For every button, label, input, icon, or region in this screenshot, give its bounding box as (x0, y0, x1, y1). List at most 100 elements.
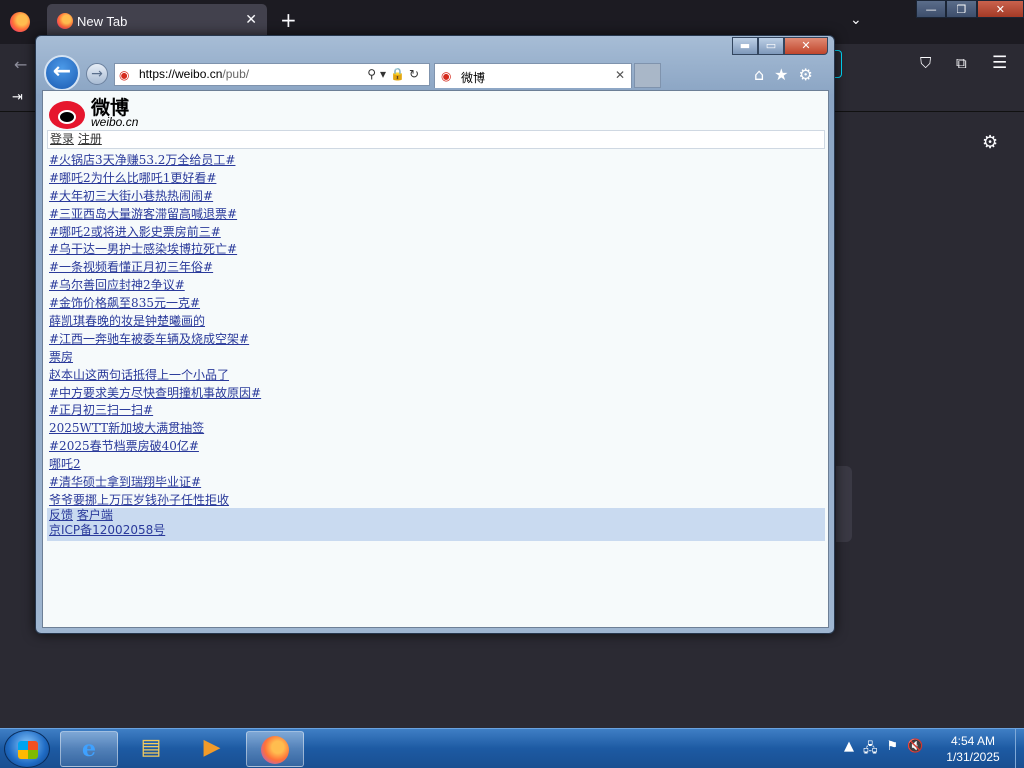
topic-link[interactable]: 爷爷要挪上万压岁钱孙子任性拒收 (49, 493, 229, 507)
taskbar-ie-button[interactable]: e (60, 731, 118, 767)
clock[interactable]: 4:54 AM 1/31/2025 (936, 733, 1010, 765)
hamburger-menu-icon[interactable]: ☰ (992, 53, 1007, 73)
firefox-page-panel (836, 466, 852, 542)
ie-tab-close-icon[interactable]: ✕ (615, 68, 625, 82)
url-path: /pub/ (222, 67, 250, 81)
show-desktop-button[interactable] (1015, 729, 1024, 768)
topic-link[interactable]: #乌干达一男护士感染埃博拉死亡# (49, 242, 237, 256)
topic-link[interactable]: #金饰价格飙至835元一克# (49, 296, 200, 310)
chevron-down-icon[interactable]: ⌄ (850, 12, 862, 28)
network-icon[interactable]: 🖧 (863, 739, 878, 761)
ie-url[interactable]: https://weibo.cn/pub/ (139, 67, 249, 81)
ie-window-controls: ▬ ▭ ✕ (732, 37, 828, 55)
list-item: 2025WTT新加坡大满贯抽签 (49, 419, 825, 437)
ie-command-icons: ⌂ ★ ⚙ (754, 65, 813, 84)
volume-muted-icon[interactable]: 🔇 (907, 739, 923, 761)
pocket-icon[interactable]: ⛉ (920, 54, 931, 72)
ie-close-button[interactable]: ✕ (784, 37, 828, 55)
address-tools-icons[interactable]: ⚲▾🔒↻ (367, 67, 423, 81)
list-item: 薛凯琪春晚的妆是钟楚曦画的 (49, 312, 825, 330)
list-item: 爷爷要挪上万压岁钱孙子任性拒收 (49, 491, 825, 509)
list-item: #清华硕士拿到瑞翔毕业证# (49, 473, 825, 491)
clock-time: 4:54 AM (950, 734, 996, 748)
home-icon[interactable]: ⌂ (754, 65, 764, 84)
client-link[interactable]: 客户端 (77, 508, 113, 522)
start-button[interactable] (4, 730, 50, 768)
taskbar-explorer-button[interactable]: ▤ (122, 731, 180, 767)
favorites-star-icon[interactable]: ★ (774, 65, 788, 84)
ie-back-button[interactable]: ← (44, 55, 80, 91)
topic-link[interactable]: #三亚西岛大量游客滞留高喊退票# (49, 207, 237, 221)
ie-new-tab-button[interactable] (634, 63, 661, 88)
close-button[interactable]: ✕ (976, 0, 1024, 18)
list-item: #三亚西岛大量游客滞留高喊退票# (49, 205, 825, 223)
firefox-tab-title: New Tab (77, 14, 128, 29)
topic-link[interactable]: 哪吒2 (49, 457, 81, 471)
taskbar: e ▤ ▶ ▲ 🖧 ⚑ 🔇 4:54 AM 1/31/2025 (0, 728, 1024, 768)
taskbar-firefox-button[interactable] (246, 731, 304, 767)
list-item: #江西一奔驰车被委车辆及烧成空架# (49, 330, 825, 348)
url-host: https://weibo.cn (139, 67, 223, 81)
topic-link[interactable]: #中方要求美方尽快查明撞机事故原因# (49, 386, 261, 400)
taskbar-media-player-button[interactable]: ▶ (183, 731, 241, 767)
topic-link[interactable]: #火锅店3天净赚53.2万全给员工# (49, 153, 235, 167)
extensions-icon[interactable]: ⧉ (956, 54, 967, 72)
list-item: #大年初三大街小巷热热闹闹# (49, 187, 825, 205)
list-item: 哪吒2 (49, 455, 825, 473)
import-bookmarks-icon[interactable]: ⇥ (12, 90, 23, 105)
ie-window: ▬ ▭ ✕ ← → ◉ https://weibo.cn/pub/ ⚲▾🔒↻ ◉… (35, 35, 835, 634)
firefox-tab-close-icon[interactable]: ✕ (245, 12, 257, 28)
topic-link[interactable]: #2025春节档票房破40亿# (49, 439, 199, 453)
topic-link[interactable]: #乌尔善回应封神2争议# (49, 278, 185, 292)
list-item: #正月初三扫一扫# (49, 401, 825, 419)
minimize-button[interactable]: — (916, 0, 947, 18)
tray-expand-icon[interactable]: ▲ (844, 739, 854, 761)
clock-date: 1/31/2025 (946, 750, 1000, 764)
list-item: 赵本山这两句话抵得上一个小品了 (49, 366, 825, 384)
restore-button[interactable]: ❐ (946, 0, 977, 18)
list-item: #哪吒2或将进入影史票房前三# (49, 223, 825, 241)
topic-link[interactable]: 票房 (49, 350, 73, 364)
list-item: #中方要求美方尽快查明撞机事故原因# (49, 384, 825, 402)
back-arrow-icon[interactable]: ← (14, 55, 27, 74)
register-link[interactable]: 注册 (78, 132, 102, 146)
list-item: 票房 (49, 348, 825, 366)
weibo-favicon-icon: ◉ (119, 68, 130, 82)
list-item: #乌干达一男护士感染埃博拉死亡# (49, 240, 825, 258)
ie-forward-button[interactable]: → (86, 63, 108, 85)
weibo-tab-icon: ◉ (441, 69, 452, 83)
topic-link[interactable]: #哪吒2为什么比哪吒1更好看# (49, 171, 216, 185)
ie-maximize-button[interactable]: ▭ (758, 37, 784, 55)
list-item: #金饰价格飙至835元一克# (49, 294, 825, 312)
footer-bar: 反馈 客户端 京ICP备12002058号 (47, 508, 825, 541)
ie-address-bar[interactable]: ◉ https://weibo.cn/pub/ ⚲▾🔒↻ (114, 63, 430, 86)
topic-link[interactable]: #正月初三扫一扫# (49, 403, 153, 417)
weibo-logo-en: weibo.cn (91, 115, 139, 129)
weibo-page: 微博 weibo.cn 登录 注册 #火锅店3天净赚53.2万全给员工# #哪吒… (42, 90, 829, 628)
topic-link[interactable]: 赵本山这两句话抵得上一个小品了 (49, 368, 229, 382)
ie-tab-weibo[interactable]: ◉ 微博 ✕ (434, 63, 632, 88)
ie-minimize-button[interactable]: ▬ (732, 37, 758, 55)
system-tray: ▲ 🖧 ⚑ 🔇 (844, 739, 923, 761)
list-item: #2025春节档票房破40亿# (49, 437, 825, 455)
firefox-icon (261, 736, 289, 764)
list-item: #火锅店3天净赚53.2万全给员工# (49, 151, 825, 169)
firefox-new-tab-button[interactable]: + (280, 10, 297, 30)
tools-gear-icon[interactable]: ⚙ (799, 65, 813, 84)
topic-link[interactable]: #大年初三大街小巷热热闹闹# (49, 189, 213, 203)
topic-link[interactable]: #清华硕士拿到瑞翔毕业证# (49, 475, 201, 489)
topic-link[interactable]: 2025WTT新加坡大满贯抽签 (49, 421, 204, 435)
login-bar: 登录 注册 (47, 130, 825, 149)
topic-link[interactable]: #一条视频看懂正月初三年俗# (49, 260, 213, 274)
windows-logo-icon (18, 741, 38, 759)
gear-icon[interactable]: ⚙ (982, 132, 998, 153)
ie-tab-title: 微博 (461, 71, 486, 85)
action-center-flag-icon[interactable]: ⚑ (887, 739, 899, 761)
topic-link[interactable]: #哪吒2或将进入影史票房前三# (49, 225, 221, 239)
login-link[interactable]: 登录 (50, 132, 74, 146)
topic-link[interactable]: #江西一奔驰车被委车辆及烧成空架# (49, 332, 249, 346)
icp-link[interactable]: 京ICP备12002058号 (49, 523, 165, 537)
topic-link[interactable]: 薛凯琪春晚的妆是钟楚曦画的 (49, 314, 205, 328)
list-item: #哪吒2为什么比哪吒1更好看# (49, 169, 825, 187)
feedback-link[interactable]: 反馈 (49, 508, 73, 522)
